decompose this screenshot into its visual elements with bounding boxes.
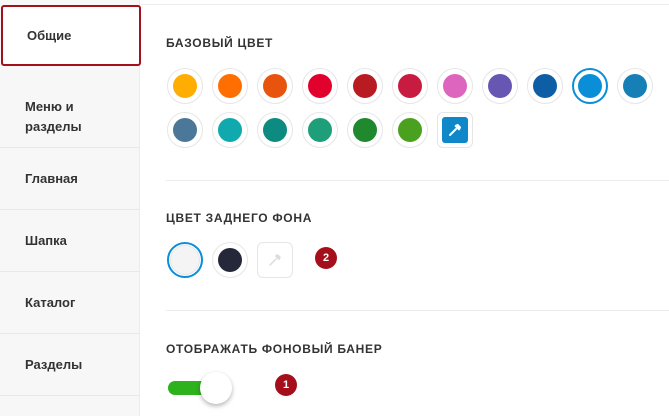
sidebar-item-label: Главная (25, 170, 78, 186)
swatch-color-dot (218, 118, 242, 142)
swatch-color-dot (533, 74, 557, 98)
base-color-swatch[interactable] (347, 68, 383, 104)
background-color-title: ЦВЕТ ЗАДНЕГО ФОНА (166, 211, 313, 225)
top-divider (141, 0, 669, 5)
swatch-color-dot (173, 118, 197, 142)
background-color-badge: 2 (315, 247, 337, 269)
base-color-swatch[interactable] (257, 68, 293, 104)
eyedropper-icon (262, 247, 288, 273)
sidebar-item-label: Разделы (25, 356, 83, 372)
base-color-title: БАЗОВЫЙ ЦВЕТ (166, 36, 274, 50)
swatch-color-dot (218, 74, 242, 98)
swatch-color-dot (578, 74, 602, 98)
section-divider (166, 180, 669, 181)
swatch-color-dot (173, 74, 197, 98)
sidebar-item-label: Общие (27, 27, 72, 43)
sidebar-item-label: Меню и разделы (25, 98, 82, 134)
banner-badge: 1 (275, 374, 297, 396)
swatch-color-dot (308, 74, 332, 98)
sidebar-item-catalog[interactable]: Каталог (0, 272, 140, 334)
swatch-color-dot (398, 74, 422, 98)
sidebar-item-main[interactable]: Главная (0, 148, 140, 210)
swatch-color-dot (488, 74, 512, 98)
sidebar-item-sections[interactable]: Разделы (0, 334, 140, 396)
base-color-swatch[interactable] (167, 68, 203, 104)
section-divider (166, 310, 669, 311)
background-color-swatch[interactable] (167, 242, 203, 278)
base-color-swatch[interactable] (257, 112, 293, 148)
base-color-swatch[interactable] (392, 112, 428, 148)
base-color-swatch[interactable] (212, 112, 248, 148)
sidebar-item-label: Шапка (25, 232, 67, 248)
swatch-color-dot (218, 248, 242, 272)
swatch-color-dot (353, 118, 377, 142)
base-color-swatch[interactable] (482, 68, 518, 104)
sidebar-item-header[interactable]: Шапка (0, 210, 140, 272)
background-color-swatch[interactable] (212, 242, 248, 278)
banner-toggle[interactable] (166, 372, 234, 406)
swatch-color-dot (623, 74, 647, 98)
base-color-swatch[interactable] (302, 68, 338, 104)
base-color-swatch[interactable] (302, 112, 338, 148)
base-color-swatch[interactable] (167, 112, 203, 148)
swatch-color-dot (170, 245, 200, 275)
base-color-swatch[interactable] (212, 68, 248, 104)
swatch-color-dot (263, 74, 287, 98)
sidebar-item-label: Каталог (25, 294, 76, 310)
sidebar-item-menu-sections[interactable]: Меню и разделы (0, 85, 110, 148)
sidebar-item-general[interactable]: Общие (1, 5, 141, 66)
swatch-color-dot (263, 118, 287, 142)
banner-title: ОТОБРАЖАТЬ ФОНОВЫЙ БАНЕР (166, 342, 383, 356)
background-color-picker-button[interactable] (257, 242, 293, 278)
toggle-knob (200, 372, 232, 404)
eyedropper-icon (442, 117, 468, 143)
swatch-color-dot (443, 74, 467, 98)
base-color-swatch[interactable] (347, 112, 383, 148)
settings-sidebar: Общие Меню и разделы Главная Шапка Катал… (0, 0, 141, 416)
base-color-swatch[interactable] (527, 68, 563, 104)
base-color-swatch[interactable] (392, 68, 428, 104)
swatch-color-dot (398, 118, 422, 142)
swatch-color-dot (308, 118, 332, 142)
base-color-swatch[interactable] (617, 68, 653, 104)
base-color-picker-button[interactable] (437, 112, 473, 148)
swatch-color-dot (353, 74, 377, 98)
base-color-swatch[interactable] (572, 68, 608, 104)
base-color-swatch[interactable] (437, 68, 473, 104)
